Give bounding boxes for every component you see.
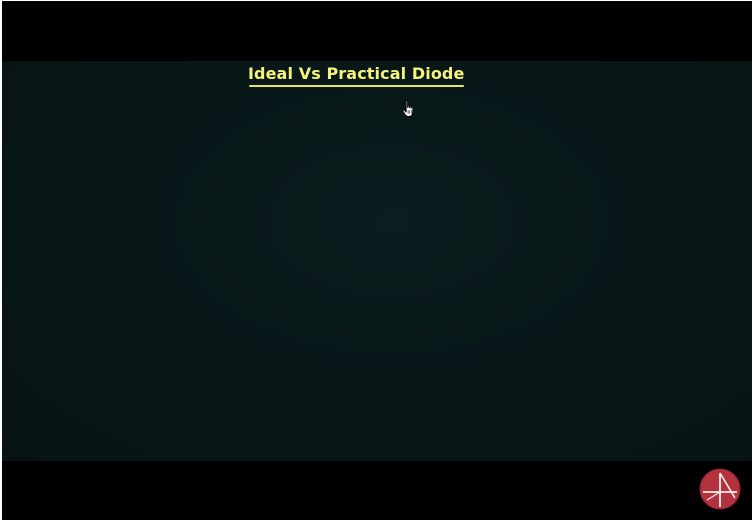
title-underline (249, 85, 464, 87)
lesson-title: Ideal Vs Practical Diode (248, 64, 465, 83)
blackboard-canvas (2, 61, 752, 461)
hand-pointer-icon (402, 100, 414, 117)
screenshot-frame: Ideal Vs Practical Diode (0, 0, 756, 523)
channel-logo-icon (699, 468, 741, 510)
video-player[interactable]: Ideal Vs Practical Diode (2, 1, 752, 520)
